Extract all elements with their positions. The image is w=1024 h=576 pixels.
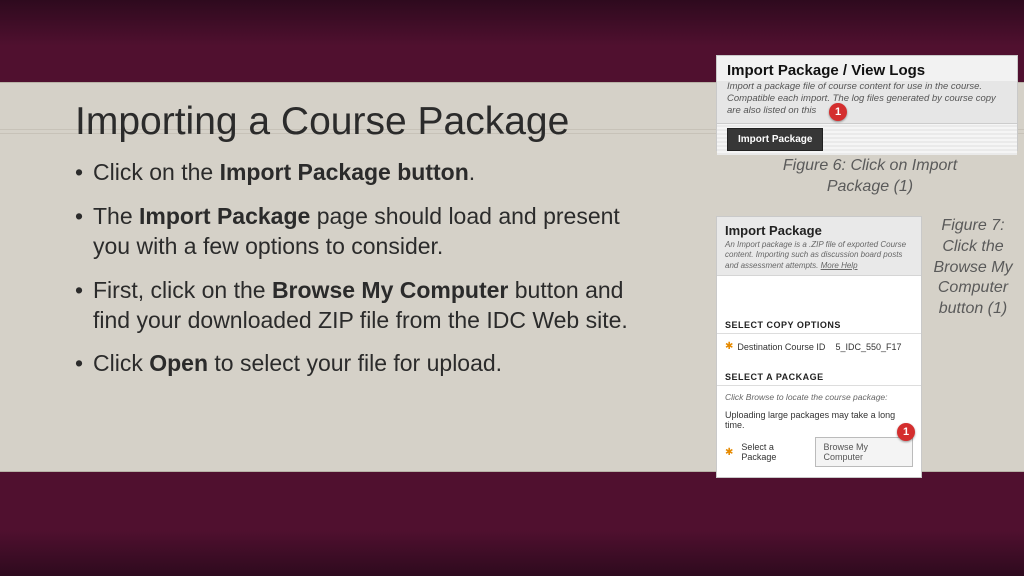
fig6-title: Import Package / View Logs bbox=[717, 56, 1017, 81]
bullet-item: Click on the Import Package button. bbox=[75, 158, 650, 188]
required-asterisk-icon: ✱ bbox=[725, 447, 733, 458]
warning-text: Uploading large packages may take a long… bbox=[717, 404, 921, 432]
label: Select a Package bbox=[741, 442, 806, 462]
note-text: Click Browse to locate the course packag… bbox=[717, 386, 921, 404]
fig7-header: Import Package An Import package is a .Z… bbox=[717, 217, 921, 276]
required-asterisk-icon: ✱ bbox=[725, 341, 733, 352]
label: Destination Course ID bbox=[737, 342, 825, 352]
bullet-item: First, click on the Browse My Computer b… bbox=[75, 276, 650, 336]
page-title: Importing a Course Package bbox=[75, 100, 569, 144]
text: An Import package is a .ZIP file of expo… bbox=[725, 240, 906, 270]
bullet-item: Click Open to select your file for uploa… bbox=[75, 349, 650, 379]
text: Click bbox=[93, 350, 149, 376]
callout-badge-1: 1 bbox=[897, 423, 915, 441]
text-bold: Import Package button bbox=[220, 159, 469, 185]
value: 5_IDC_550_F17 bbox=[835, 342, 901, 352]
text: to select your file for upload. bbox=[208, 350, 502, 376]
destination-row: ✱ Destination Course ID 5_IDC_550_F17 bbox=[717, 334, 921, 356]
figure-6-caption: Figure 6: Click on Import Package (1) bbox=[760, 156, 980, 198]
fig7-title: Import Package bbox=[725, 223, 913, 238]
select-package-row: ✱ Select a Package Browse My Computer bbox=[717, 432, 921, 475]
fig6-toolbar: Import Package bbox=[717, 123, 1017, 155]
more-help-link[interactable]: More Help bbox=[821, 261, 858, 270]
figure-7-caption: Figure 7: Click the Browse My Computer b… bbox=[932, 216, 1014, 320]
text: The bbox=[93, 203, 139, 229]
figure-7-screenshot: Import Package An Import package is a .Z… bbox=[716, 216, 922, 478]
import-package-button[interactable]: Import Package bbox=[727, 128, 823, 151]
fig7-subtitle: An Import package is a .ZIP file of expo… bbox=[725, 240, 913, 271]
figure-6-screenshot: Import Package / View Logs Import a pack… bbox=[716, 55, 1018, 151]
text: . bbox=[469, 159, 475, 185]
callout-badge-1: 1 bbox=[829, 103, 847, 121]
text-bold: Browse My Computer bbox=[272, 277, 508, 303]
bullet-list: Click on the Import Package button. The … bbox=[75, 158, 650, 393]
text: First, click on the bbox=[93, 277, 272, 303]
bullet-item: The Import Package page should load and … bbox=[75, 202, 650, 262]
text: Click on the bbox=[93, 159, 220, 185]
fig6-description: Import a package file of course content … bbox=[717, 81, 1017, 123]
section-heading: SELECT COPY OPTIONS bbox=[717, 310, 921, 334]
browse-my-computer-button[interactable]: Browse My Computer bbox=[815, 437, 913, 467]
text-bold: Open bbox=[149, 350, 208, 376]
text-bold: Import Package bbox=[139, 203, 310, 229]
section-heading: SELECT A PACKAGE bbox=[717, 362, 921, 386]
